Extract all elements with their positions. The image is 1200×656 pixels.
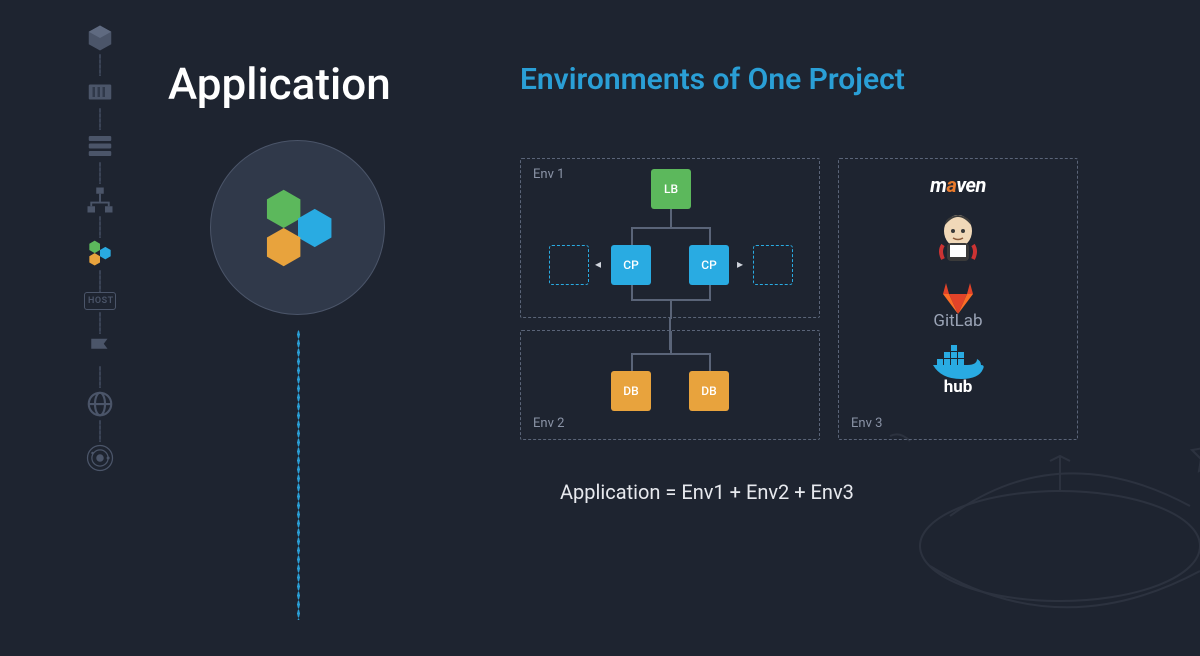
flag-icon [84,334,116,366]
globe-icon [84,388,116,420]
ghost-node [549,245,589,285]
db-node: DB [611,371,651,411]
connector-line [709,285,711,299]
connector-line [670,331,672,353]
container-icon [84,76,116,108]
arrow-right-icon: ▸ [737,257,743,271]
stack-icon [84,130,116,162]
ghost-node [753,245,793,285]
nav-connector [99,54,101,76]
env2-label: Env 2 [533,416,564,431]
nav-connector [99,420,101,442]
cp-node: CP [611,245,651,285]
lb-node: LB [651,169,691,209]
nav-connector [99,162,101,184]
env1-box: Env 1 LB CP CP ◂ ▸ [520,158,820,318]
db-node: DB [689,371,729,411]
connector-line [709,353,711,371]
formula-text: Application = Env1 + Env2 + Env3 [560,480,854,504]
vertical-dots [297,330,300,620]
connector-line [631,227,711,229]
host-icon: HOST [84,292,116,310]
cube-icon [84,22,116,54]
env1-label: Env 1 [533,167,564,182]
topology-icon [84,184,116,216]
connector-line [631,353,633,371]
connector-line [631,227,633,245]
env2-box: Env 2 DB DB [520,330,820,440]
environments-title: Environments of One Project [520,62,905,97]
application-hero-icon [210,140,385,315]
gitlab-logo: GitLab [933,281,982,331]
sidebar-nav: HOST [80,22,120,474]
cp-node: CP [689,245,729,285]
nav-connector [99,270,101,292]
orbit-icon [84,442,116,474]
maven-logo: maven [930,173,986,197]
gitlab-label: GitLab [933,311,982,331]
dockerhub-label: hub [944,377,973,397]
nav-connector [99,366,101,388]
nav-connector [99,108,101,130]
connector-line [670,209,672,227]
jenkins-logo [935,211,981,267]
connector-line [670,299,672,319]
connector-line [631,285,633,299]
arrow-left-icon: ◂ [595,257,601,271]
connector-line [631,353,711,355]
dockerhub-logo: hub [931,345,985,397]
nav-connector [99,216,101,238]
application-title: Application [168,58,391,110]
background-doodle [860,396,1200,656]
hex-cluster-icon [84,238,116,270]
connector-line [709,227,711,245]
nav-connector [99,312,101,334]
